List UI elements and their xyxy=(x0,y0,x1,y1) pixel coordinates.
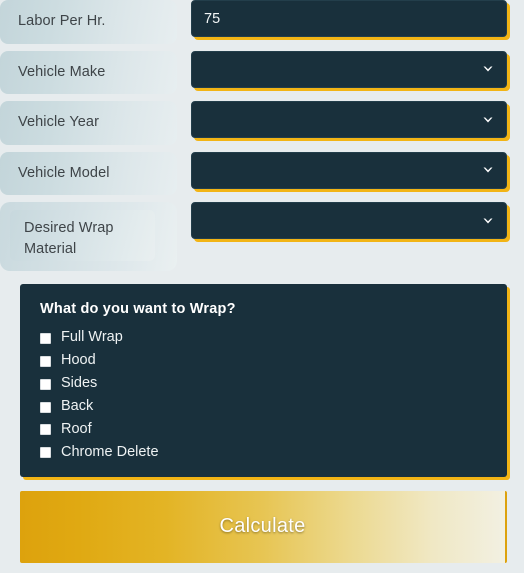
chevron-down-icon xyxy=(482,215,494,227)
label-cell-labor-per-hr: Labor Per Hr. xyxy=(0,0,177,44)
wrap-option-label: Sides xyxy=(61,375,98,392)
vehicle-model-select[interactable] xyxy=(191,151,507,189)
field-label-vehicle-model: Vehicle Model xyxy=(0,151,177,196)
wrap-option-sides[interactable]: Sides xyxy=(40,375,487,392)
checkbox-sides[interactable] xyxy=(40,378,51,390)
vehicle-year-select[interactable] xyxy=(191,101,507,139)
wrap-option-label: Hood xyxy=(61,352,96,369)
field-row-labor-per-hr: Labor Per Hr. xyxy=(0,0,524,44)
field-row-vehicle-year: Vehicle Year xyxy=(0,101,524,145)
control-cell-vehicle-model xyxy=(177,151,524,189)
labor-per-hr-input[interactable] xyxy=(192,1,506,36)
calculate-button-wrapper: Calculate xyxy=(20,490,507,563)
wrap-options-panel: What do you want to Wrap? Full Wrap Hood… xyxy=(20,284,507,477)
checkbox-hood[interactable] xyxy=(40,355,51,367)
calculate-button[interactable]: Calculate xyxy=(20,490,507,563)
field-row-vehicle-make: Vehicle Make xyxy=(0,50,524,95)
wrap-option-hood[interactable]: Hood xyxy=(40,352,487,369)
control-cell-vehicle-make xyxy=(177,50,524,88)
label-cell-vehicle-make: Vehicle Make xyxy=(0,50,177,95)
wrap-option-full-wrap[interactable]: Full Wrap xyxy=(40,329,487,346)
control-cell-desired-wrap-material xyxy=(177,202,524,240)
control-cell-vehicle-year xyxy=(177,101,524,139)
checkbox-full-wrap[interactable] xyxy=(40,332,51,344)
field-label-vehicle-year: Vehicle Year xyxy=(0,101,177,145)
wrap-option-chrome-delete[interactable]: Chrome Delete xyxy=(40,443,487,461)
wrap-cost-calculator-form: Labor Per Hr. Vehicle Make Ve xyxy=(0,0,524,563)
control-cell-labor-per-hr xyxy=(177,0,524,37)
checkbox-chrome-delete[interactable] xyxy=(40,447,51,459)
chevron-down-icon xyxy=(482,164,494,176)
field-label-vehicle-make: Vehicle Make xyxy=(0,50,177,95)
chevron-down-icon xyxy=(482,63,494,75)
wrap-option-label: Full Wrap xyxy=(61,329,123,346)
label-cell-vehicle-year: Vehicle Year xyxy=(0,101,177,145)
checkbox-back[interactable] xyxy=(40,401,51,413)
label-cell-vehicle-model: Vehicle Model xyxy=(0,151,177,196)
vehicle-make-select[interactable] xyxy=(191,50,507,88)
field-label-desired-wrap-material: Desired Wrap Material xyxy=(0,202,177,272)
field-row-desired-wrap-material: Desired Wrap Material xyxy=(0,202,524,272)
wrap-option-label: Chrome Delete xyxy=(61,443,159,460)
checkbox-roof[interactable] xyxy=(40,424,51,436)
labor-per-hr-input-wrapper[interactable] xyxy=(191,0,507,37)
wrap-option-label: Roof xyxy=(61,421,92,437)
field-label-desired-wrap-material-text: Desired Wrap Material xyxy=(24,220,114,258)
desired-wrap-material-select[interactable] xyxy=(191,202,507,240)
label-cell-desired-wrap-material: Desired Wrap Material xyxy=(0,202,177,272)
wrap-option-roof[interactable]: Roof xyxy=(40,421,487,438)
chevron-down-icon xyxy=(482,114,494,126)
wrap-option-label: Back xyxy=(61,398,94,415)
wrap-options-title: What do you want to Wrap? xyxy=(40,301,236,318)
wrap-option-back[interactable]: Back xyxy=(40,398,487,415)
field-row-vehicle-model: Vehicle Model xyxy=(0,151,524,196)
field-label-labor-per-hr: Labor Per Hr. xyxy=(0,0,177,44)
